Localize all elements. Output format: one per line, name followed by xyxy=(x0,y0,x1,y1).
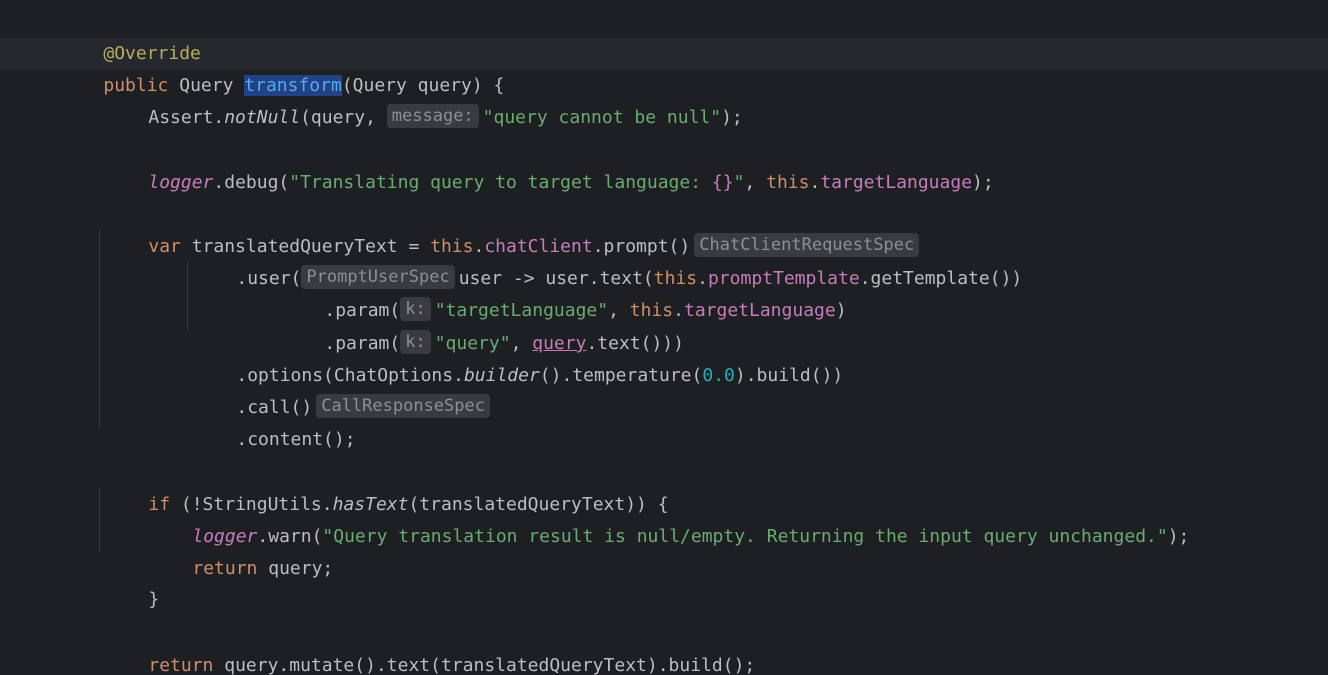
keyword-token: var xyxy=(148,236,181,257)
code-line: if (!StringUtils.hasText(translatedQuery… xyxy=(105,457,668,515)
static-method-token: notNull xyxy=(224,107,301,128)
code-line: .call() CallResponseSpec xyxy=(193,360,494,418)
code-line: var translatedQueryText = this.chatClien… xyxy=(105,199,923,257)
indent-guide xyxy=(187,262,188,330)
code-line: .param(k: "targetLanguage", this.targetLa… xyxy=(281,263,847,321)
keyword-token: return xyxy=(148,655,214,675)
code-line: .options(ChatOptions.builder().temperatu… xyxy=(193,328,843,386)
placeholder-token: {} xyxy=(711,172,734,193)
text-token: ) xyxy=(835,300,847,321)
code-line: logger.warn("Query translation result is… xyxy=(149,489,1189,547)
code-line: return query.mutate().text(translatedQue… xyxy=(105,618,755,675)
text-token: Assert. xyxy=(148,107,225,128)
text-token: .content(); xyxy=(236,429,356,450)
number-token: 0.0 xyxy=(702,365,735,386)
text-token: ); xyxy=(972,172,994,193)
field-token: targetLanguage xyxy=(683,300,836,321)
text-token: .getTemplate()) xyxy=(859,268,1023,289)
inlay-hint: message: xyxy=(386,104,479,128)
code-line: .param(k: "query", query.text())) xyxy=(281,296,684,354)
text-token: query; xyxy=(257,558,334,579)
code-line: public Query transform(Query query) { xyxy=(60,38,504,96)
string-token: "Translating query to target language: xyxy=(289,172,712,193)
code-line: return query; xyxy=(149,521,333,579)
text-token: } xyxy=(148,589,160,610)
text-token: (query, xyxy=(300,107,387,128)
text-token: , xyxy=(744,172,767,193)
code-line: } xyxy=(105,552,159,610)
text-token: .debug( xyxy=(213,172,290,193)
code-line: Assert.notNull(query, message: "query can… xyxy=(105,70,743,128)
code-line: .user(PromptUserSpec user -> user.text(th… xyxy=(193,231,1022,289)
keyword-token: this xyxy=(766,172,810,193)
code-line: } xyxy=(60,648,114,675)
text-token: ().temperature( xyxy=(539,365,703,386)
string-token: "query cannot be null" xyxy=(482,107,722,128)
keyword-token: return xyxy=(192,558,258,579)
code-line: .content(); xyxy=(193,392,355,450)
indent-guide xyxy=(99,230,100,428)
string-token: "Query translation result is null/empty.… xyxy=(322,526,1168,547)
code-line: @Override xyxy=(60,6,201,64)
text-token: ).build()) xyxy=(734,365,844,386)
string-token: " xyxy=(733,172,745,193)
text-token: ); xyxy=(721,107,743,128)
code-editor[interactable]: @Override public Query transform(Query q… xyxy=(0,0,1328,675)
indent-guide xyxy=(99,488,100,552)
field-token: logger xyxy=(148,172,214,193)
code-line: logger.debug("Translating query to targe… xyxy=(105,135,993,193)
field-token: targetLanguage xyxy=(820,172,973,193)
text-token: ); xyxy=(1167,526,1190,547)
text-token: . xyxy=(809,172,821,193)
text-token: query.mutate().text(translatedQueryText)… xyxy=(213,655,756,675)
